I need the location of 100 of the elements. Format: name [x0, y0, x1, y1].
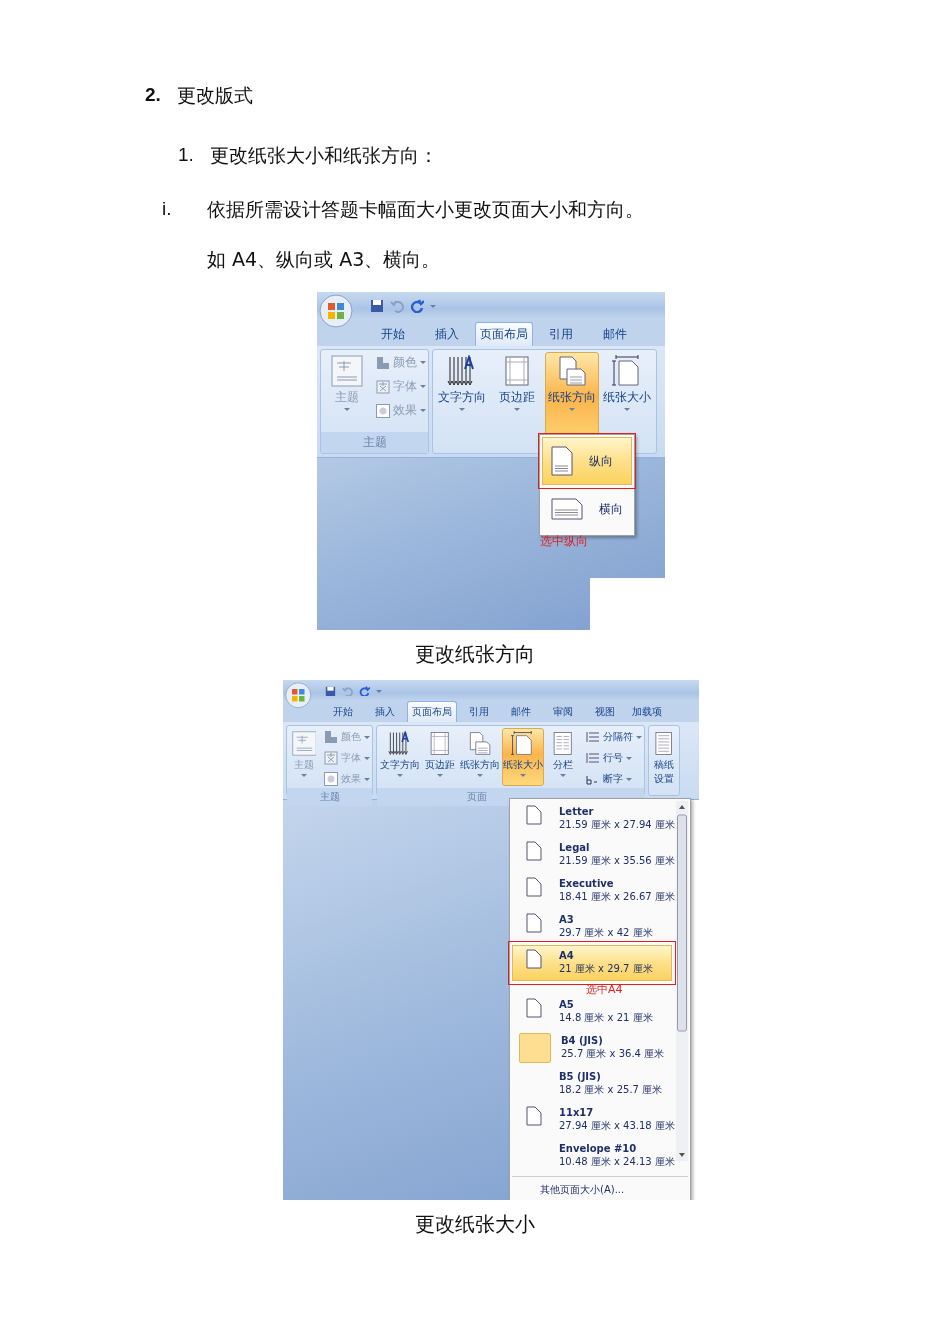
text-direction-icon — [447, 355, 477, 387]
annotation-text: 选中A4 — [586, 983, 623, 996]
ribbon-button[interactable]: 分栏 — [545, 728, 581, 786]
ribbon-tab[interactable]: 视图 — [584, 701, 625, 722]
undo-icon[interactable] — [390, 299, 405, 313]
ribbon-small-button[interactable]: 行号 — [586, 751, 642, 765]
ribbon-button[interactable]: 稿纸设置 — [651, 728, 677, 793]
highlight-swatch — [519, 1033, 551, 1063]
page-icon — [526, 998, 542, 1018]
caret-icon — [477, 773, 483, 777]
redo-icon[interactable] — [410, 299, 425, 313]
ribbon-tab[interactable]: 引用 — [458, 701, 499, 722]
figure-caption: 更改纸张大小 — [415, 1212, 535, 1236]
figure-caption: 更改纸张方向 — [415, 642, 535, 666]
caret-icon — [514, 408, 520, 411]
menu-item[interactable]: A3 29.7 厘米 x 42 厘米 — [512, 909, 672, 945]
font-icon — [324, 751, 338, 765]
caret-icon — [569, 408, 575, 411]
caret-icon — [375, 689, 382, 693]
caret-icon — [430, 304, 437, 308]
ribbon-tab[interactable]: 开始 — [322, 701, 363, 722]
save-icon[interactable] — [324, 685, 336, 697]
effects-icon — [376, 403, 390, 418]
ribbon-button[interactable]: 页边距 — [490, 352, 544, 451]
caret-icon — [560, 773, 566, 777]
redo-icon[interactable] — [358, 685, 370, 697]
caret-icon — [626, 777, 632, 781]
menu-item[interactable]: 横向 — [542, 485, 632, 533]
caret-icon — [420, 361, 426, 364]
instruction-text: 如 A4、纵向或 A3、横向。 — [207, 247, 441, 272]
hyphenation-icon — [586, 773, 600, 785]
office-button-icon[interactable] — [285, 682, 312, 709]
ribbon-tab[interactable]: 页面布局 — [475, 322, 534, 346]
instruction-text: 依据所需设计答题卡幅面大小更改页面大小和方向。 — [207, 197, 644, 222]
menu-item[interactable]: B5 (JIS) 18.2 厘米 x 25.7 厘米 — [512, 1066, 672, 1102]
caret-icon — [459, 408, 465, 411]
caret-icon — [364, 756, 370, 760]
caret-icon — [344, 408, 350, 411]
caret-icon — [420, 409, 426, 412]
columns-icon — [551, 731, 575, 756]
more-sizes-item[interactable]: 其他页面大小(A)... — [512, 1176, 688, 1200]
effects-icon — [324, 772, 338, 786]
group-label: 主题 — [287, 788, 372, 806]
list-number: 1. — [178, 143, 195, 167]
ribbon-tab[interactable]: 引用 — [535, 322, 588, 346]
paper-size-icon — [511, 731, 535, 756]
break-icon — [586, 731, 600, 743]
caret-icon — [626, 756, 632, 760]
annotation-text: 选中纵向 — [540, 533, 588, 550]
orientation-icon — [557, 355, 587, 387]
caret-icon — [520, 773, 526, 777]
ribbon-button[interactable]: 页边距 — [422, 728, 458, 786]
page-icon — [526, 913, 542, 933]
caret-icon — [437, 773, 443, 777]
menu-item[interactable]: B4 (JIS) 25.7 厘米 x 36.4 厘米 — [512, 1030, 672, 1066]
scroll-bar[interactable] — [676, 801, 688, 1161]
paper-size-icon — [612, 355, 642, 387]
ribbon-button[interactable]: 纸张方向 — [459, 728, 501, 786]
group-label: 主题 — [321, 432, 428, 453]
ribbon-tab[interactable]: 邮件 — [589, 322, 642, 346]
page-icon — [526, 841, 542, 861]
page-icon — [526, 877, 542, 897]
undo-icon[interactable] — [341, 685, 353, 697]
theme-icon — [291, 731, 317, 756]
step-text: 更改纸张大小和纸张方向： — [210, 143, 438, 168]
ribbon-button[interactable]: 文字方向 — [379, 728, 421, 786]
margins-icon — [502, 355, 532, 387]
ribbon-button[interactable]: 纸张大小 — [502, 728, 544, 786]
ribbon-small-button[interactable]: 分隔符 — [586, 730, 642, 744]
page-icon — [526, 805, 542, 825]
ribbon-tab[interactable]: 开始 — [367, 322, 420, 346]
landscape-page-icon — [551, 498, 583, 520]
caret-icon — [624, 408, 630, 411]
list-marker: i. — [162, 197, 173, 221]
ribbon-tab[interactable]: 插入 — [421, 322, 474, 346]
ribbon-tab[interactable]: 加载项 — [626, 701, 667, 722]
theme-icon — [331, 355, 363, 387]
section-heading: 更改版式 — [177, 83, 253, 108]
ribbon-button[interactable]: 文字方向 — [435, 352, 489, 451]
caret-icon — [397, 773, 403, 777]
save-icon[interactable] — [370, 299, 385, 313]
ribbon-small-button[interactable]: 断字 — [586, 772, 642, 786]
caret-icon — [364, 735, 370, 739]
caret-icon — [301, 773, 307, 777]
color-swatch-icon — [376, 355, 390, 370]
caret-icon — [420, 385, 426, 388]
menu-item[interactable]: A5 14.8 厘米 x 21 厘米 — [512, 994, 672, 1030]
ribbon-tab[interactable]: 插入 — [364, 701, 405, 722]
page-icon — [551, 446, 573, 476]
text-direction-icon — [388, 731, 412, 756]
ribbon-tab[interactable]: 审阅 — [542, 701, 583, 722]
heading-number: 2. — [145, 83, 162, 107]
color-swatch-icon — [324, 730, 338, 744]
ribbon-tab[interactable]: 邮件 — [500, 701, 541, 722]
line-number-icon — [586, 752, 600, 764]
page-icon — [526, 949, 542, 969]
caret-icon — [364, 777, 370, 781]
page-icon — [526, 1106, 542, 1126]
ribbon-tab[interactable]: 页面布局 — [406, 701, 457, 722]
orientation-icon — [468, 731, 492, 756]
